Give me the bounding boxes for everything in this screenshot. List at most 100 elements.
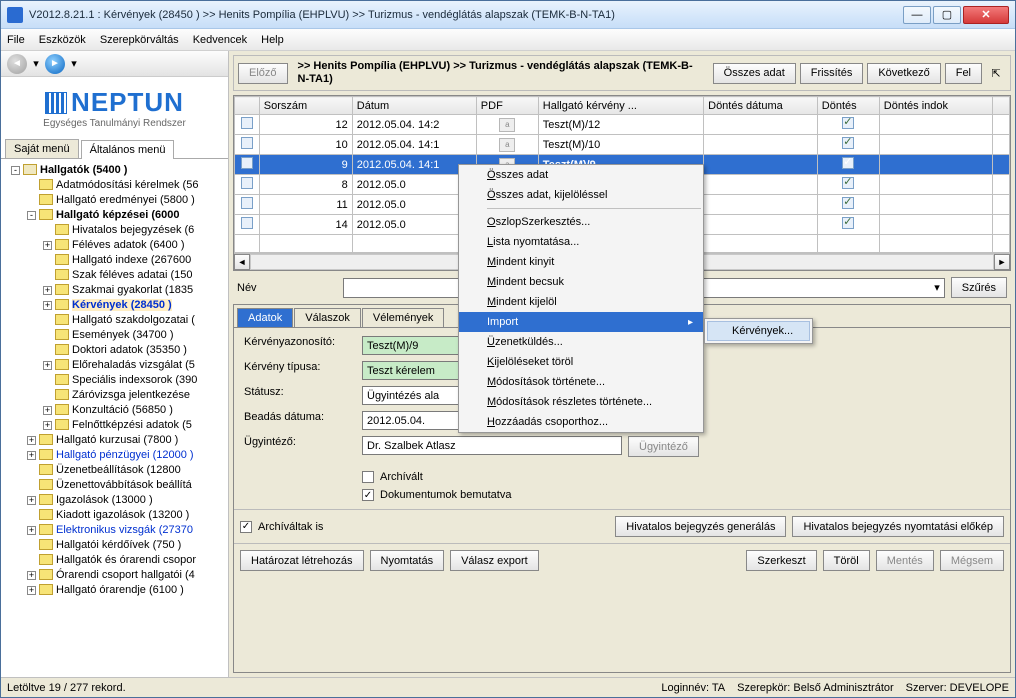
col-header[interactable] [235, 97, 260, 115]
tree-node[interactable]: -Hallgatók (5400 ) [3, 163, 226, 178]
ctx-item[interactable]: OszlopSzerkesztés... [459, 212, 703, 232]
print-button[interactable]: Nyomtatás [370, 550, 445, 571]
tree-node[interactable]: +Kérvények (28450 ) [3, 298, 226, 313]
tree-node[interactable]: +Előrehaladás vizsgálat (5 [3, 358, 226, 373]
col-header[interactable]: Sorszám [259, 97, 352, 115]
cb-docs[interactable] [362, 489, 374, 501]
edit-button[interactable]: Szerkeszt [746, 550, 816, 571]
tree-node[interactable]: Események (34700 ) [3, 328, 226, 343]
field-admin[interactable]: Dr. Szalbek Atlasz [362, 436, 622, 455]
filter-button[interactable]: Szűrés [951, 277, 1007, 298]
tab-own-menu[interactable]: Saját menü [5, 139, 79, 158]
titlebar: V2012.8.21.1 : Kérvények (28450 ) >> Hen… [1, 1, 1015, 29]
tree-node[interactable]: +Órarendi csoport hallgatói (4 [3, 568, 226, 583]
tree-node[interactable]: +Hallgató órarendje (6100 ) [3, 583, 226, 598]
tab-valaszok[interactable]: Válaszok [294, 308, 361, 327]
tree-node[interactable]: Záróvizsga jelentkezése [3, 388, 226, 403]
ctx-item[interactable]: Összes adat [459, 165, 703, 185]
col-header[interactable]: PDF [476, 97, 538, 115]
table-row[interactable]: 122012.05.04. 14:2 a Teszt(M)/12 [235, 115, 1010, 135]
tree-node[interactable]: Doktori adatok (35350 ) [3, 343, 226, 358]
menu-favs[interactable]: Kedvencek [193, 34, 247, 46]
minimize-button[interactable] [903, 6, 931, 24]
col-header[interactable]: Dátum [352, 97, 476, 115]
tree-node[interactable]: +Hallgató kurzusai (7800 ) [3, 433, 226, 448]
tree-node[interactable]: Hallgatói kérdőívek (750 ) [3, 538, 226, 553]
col-header[interactable]: Döntés [817, 97, 879, 115]
tree-node[interactable]: -Hallgató képzései (6000 [3, 208, 226, 223]
prev-button[interactable]: Előző [238, 63, 288, 84]
nav-back-dd[interactable]: ▾ [31, 54, 41, 74]
scroll-right-btn[interactable]: ► [994, 254, 1010, 270]
tab-velemenyek[interactable]: Vélemények [362, 308, 445, 327]
menu-file[interactable]: File [7, 34, 25, 46]
delete-button[interactable]: Töröl [823, 550, 870, 571]
ctx-item[interactable]: Import [459, 312, 703, 332]
tree-node[interactable]: Üzenetbeállítások (12800 [3, 463, 226, 478]
up-button[interactable]: Fel [945, 63, 982, 84]
tree-node[interactable]: +Féléves adatok (6400 ) [3, 238, 226, 253]
close-button[interactable] [963, 6, 1009, 24]
gen-button[interactable]: Hivatalos bejegyzés generálás [615, 516, 786, 537]
ctx-item[interactable]: Módosítások részletes története... [459, 392, 703, 412]
tree-node[interactable]: +Hallgató pénzügyei (12000 ) [3, 448, 226, 463]
ctx-item[interactable]: Mindent kijelöl [459, 292, 703, 312]
field-date[interactable]: 2012.05.04. [362, 411, 462, 430]
all-data-button[interactable]: Összes adat [713, 63, 796, 84]
table-row[interactable]: 102012.05.04. 14:1 a Teszt(M)/10 [235, 135, 1010, 155]
col-header[interactable]: Döntés dátuma [704, 97, 818, 115]
ctx-item[interactable]: Módosítások története... [459, 372, 703, 392]
tree-node[interactable]: Hallgatók és órarendi csopor [3, 553, 226, 568]
tree-node[interactable]: Kiadott igazolások (13200 ) [3, 508, 226, 523]
menu-roles[interactable]: Szerepkörváltás [100, 34, 179, 46]
admin-button[interactable]: Ügyintéző [628, 436, 699, 457]
tree-node[interactable]: Szak féléves adatai (150 [3, 268, 226, 283]
scroll-left-btn[interactable]: ◄ [234, 254, 250, 270]
preview-button[interactable]: Hivatalos bejegyzés nyomtatási előkép [792, 516, 1004, 537]
ctx-item[interactable]: Lista nyomtatása... [459, 232, 703, 252]
submenu-kervenyek[interactable]: Kérvények... [707, 321, 810, 341]
tree-node[interactable]: Hallgató indexe (267600 [3, 253, 226, 268]
col-header[interactable]: Döntés indok [879, 97, 993, 115]
vexport-button[interactable]: Válasz export [450, 550, 539, 571]
window-title: V2012.8.21.1 : Kérvények (28450 ) >> Hen… [29, 9, 903, 21]
cb-archived[interactable] [362, 471, 374, 483]
name-label: Név [237, 282, 337, 294]
tree-node[interactable]: Hallgató szakdolgozatai ( [3, 313, 226, 328]
tree-node[interactable]: Hallgató eredményei (5800 ) [3, 193, 226, 208]
ctx-item[interactable]: Üzenetküldés... [459, 332, 703, 352]
tree-node[interactable]: Hivatalos bejegyzések (6 [3, 223, 226, 238]
nav-back-button[interactable]: ◄ [7, 54, 27, 74]
maximize-button[interactable] [933, 6, 961, 24]
tree-node[interactable]: Üzenettovábbítások beállítá [3, 478, 226, 493]
ctx-item[interactable]: Mindent becsuk [459, 272, 703, 292]
tab-adatok[interactable]: Adatok [237, 308, 293, 327]
context-menu[interactable]: Összes adatÖsszes adat, kijelöléssel Oszl… [458, 164, 704, 433]
tree-node[interactable]: +Felnőttképzési adatok (5 [3, 418, 226, 433]
tree-node[interactable]: Adatmódosítási kérelmek (56 [3, 178, 226, 193]
tab-general-menu[interactable]: Általános menü [81, 140, 175, 159]
ctx-item[interactable]: Mindent kinyit [459, 252, 703, 272]
nav-fwd-button[interactable]: ► [45, 54, 65, 74]
menu-help[interactable]: Help [261, 34, 284, 46]
tree-node[interactable]: +Elektronikus vizsgák (27370 [3, 523, 226, 538]
cancel-button[interactable]: Mégsem [940, 550, 1004, 571]
tree-node[interactable]: Speciális indexsorok (390 [3, 373, 226, 388]
refresh-button[interactable]: Frissítés [800, 63, 864, 84]
cb-archived-too[interactable] [240, 521, 252, 533]
hatarozat-button[interactable]: Határozat létrehozás [240, 550, 364, 571]
tree-node[interactable]: +Igazolások (13000 ) [3, 493, 226, 508]
next-button[interactable]: Következő [867, 63, 940, 84]
ctx-item[interactable]: Összes adat, kijelöléssel [459, 185, 703, 205]
save-button[interactable]: Mentés [876, 550, 934, 571]
tree-node[interactable]: +Szakmai gyakorlat (1835 [3, 283, 226, 298]
tree-node[interactable]: +Konzultáció (56850 ) [3, 403, 226, 418]
menu-tools[interactable]: Eszközök [39, 34, 86, 46]
pin-icon[interactable]: ⇱ [986, 67, 1006, 80]
ctx-item[interactable]: Hozzáadás csoporthoz... [459, 412, 703, 432]
ctx-item[interactable]: Kijelöléseket töröl [459, 352, 703, 372]
nav-fwd-dd[interactable]: ▾ [69, 54, 79, 74]
col-header[interactable]: Hallgató kérvény ... [538, 97, 703, 115]
context-submenu[interactable]: Kérvények... [704, 318, 813, 344]
tree[interactable]: -Hallgatók (5400 )Adatmódosítási kérelme… [1, 159, 228, 677]
